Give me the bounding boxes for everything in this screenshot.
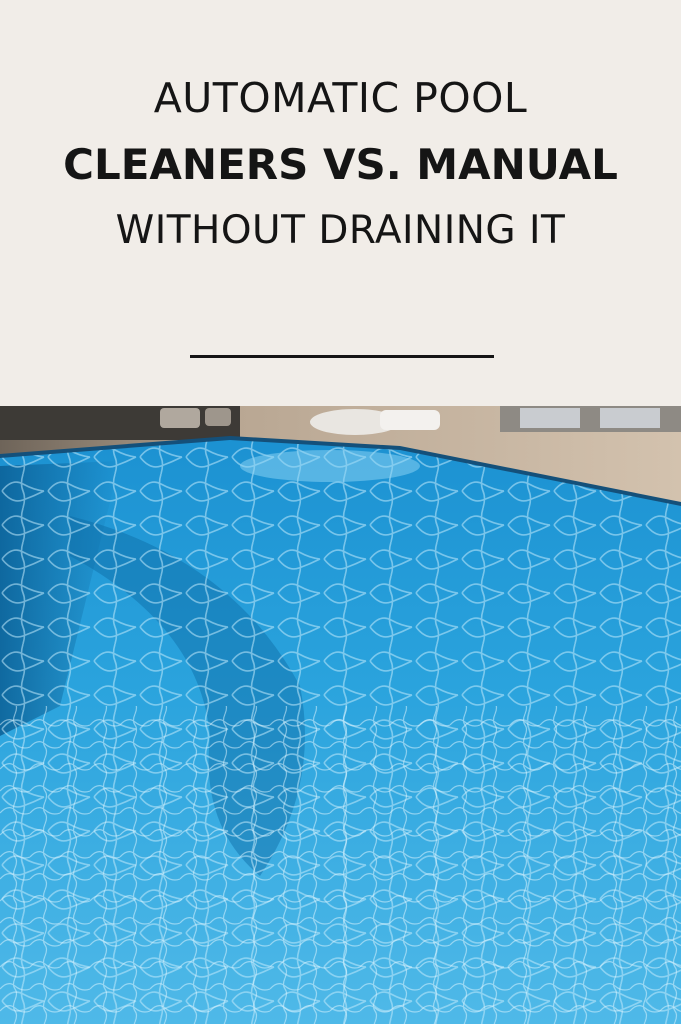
lounge-chair [380, 410, 440, 430]
title-line-2: CLEANERS VS. MANUAL [63, 140, 618, 189]
pool-illustration [0, 406, 681, 1024]
water-glare [240, 450, 420, 482]
planter [160, 408, 200, 428]
divider-line [190, 355, 494, 358]
window-pane [520, 408, 580, 428]
title-line-1: AUTOMATIC POOL [153, 74, 528, 122]
title-line-3: WITHOUT DRAINING IT [115, 208, 566, 253]
window-pane [600, 408, 660, 428]
title-panel: AUTOMATIC POOL CLEANERS VS. MANUAL WITHO… [0, 0, 681, 406]
planter [205, 408, 231, 426]
background-shadow [0, 406, 240, 440]
pool-photo [0, 406, 681, 1024]
water-caustics-foreground [0, 706, 681, 1024]
